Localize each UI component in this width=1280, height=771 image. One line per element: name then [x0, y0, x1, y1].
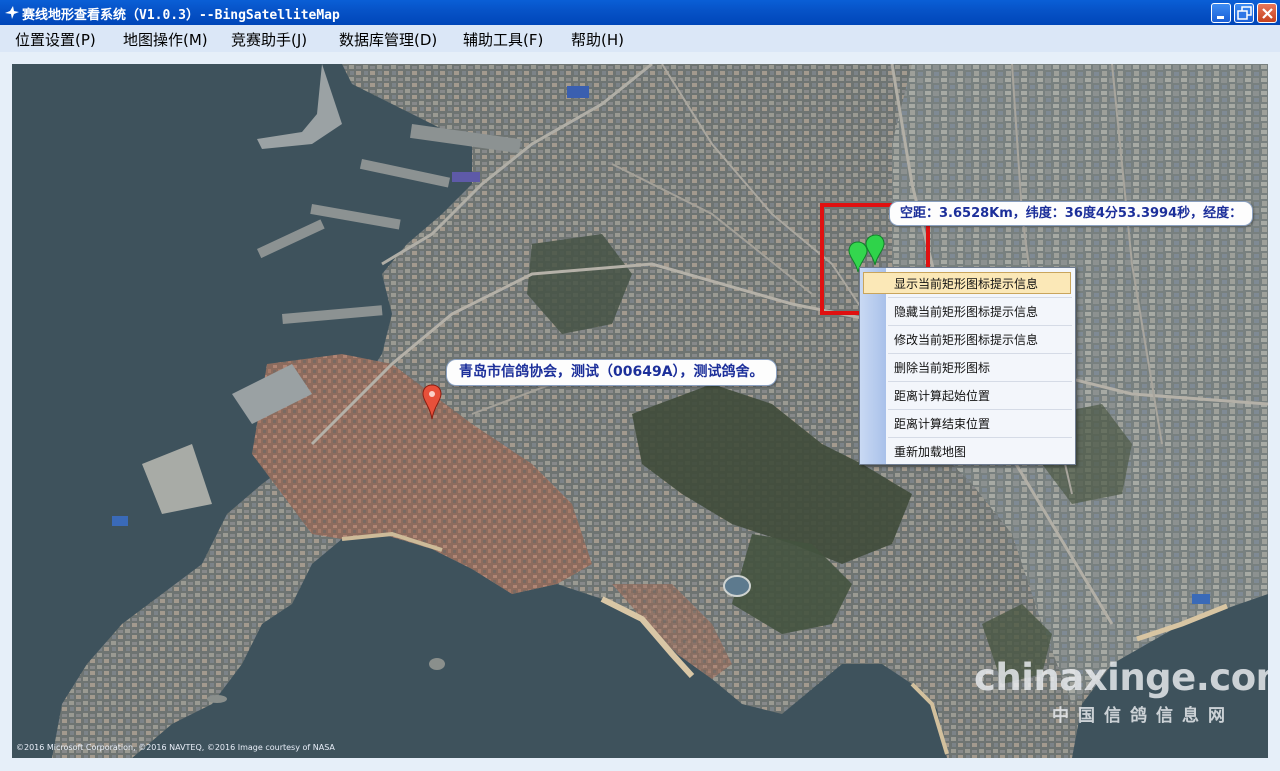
menu-auxiliary-tools[interactable]: 辅助工具(F): [463, 29, 543, 50]
red-pin-icon[interactable]: [422, 384, 442, 420]
ctx-hide-rect-tooltip[interactable]: 隐藏当前矩形图标提示信息: [860, 298, 1075, 326]
ctx-distance-start[interactable]: 距离计算起始位置: [860, 382, 1075, 410]
menu-bar: 位置设置(P) 地图操作(M) 竞赛助手(J) 数据库管理(D) 辅助工具(F)…: [0, 25, 1280, 52]
minimize-button[interactable]: [1211, 3, 1231, 23]
menu-help[interactable]: 帮助(H): [571, 29, 624, 50]
watermark-logo: chinaxinge.com: [974, 656, 1268, 699]
ctx-delete-rect-icon[interactable]: 删除当前矩形图标: [860, 354, 1075, 382]
ctx-show-rect-tooltip[interactable]: 显示当前矩形图标提示信息: [860, 270, 1075, 298]
pigeon-loft-tooltip: 青岛市信鸽协会，测试（00649A），测试鸽舍。: [446, 359, 777, 386]
close-button[interactable]: [1257, 3, 1277, 23]
title-bar: 赛线地形查看系统（V1.0.3）--BingSatelliteMap: [0, 0, 1280, 25]
maximize-icon: [1237, 6, 1252, 20]
map-copyright: ©2016 Microsoft Corporation, ©2016 NAVTE…: [16, 743, 335, 752]
watermark-subtitle: 中国信鸽信息网: [1052, 706, 1234, 726]
ctx-reload-map[interactable]: 重新加载地图: [860, 438, 1075, 466]
ctx-distance-end[interactable]: 距离计算结束位置: [860, 410, 1075, 438]
menu-database-management[interactable]: 数据库管理(D): [339, 29, 437, 50]
close-icon: [1262, 8, 1273, 19]
menu-location-settings[interactable]: 位置设置(P): [15, 29, 96, 50]
window-title: 赛线地形查看系统（V1.0.3）--BingSatelliteMap: [22, 8, 340, 23]
satellite-map[interactable]: 空距：3.6528Km，纬度：36度4分53.3994秒，经度： 青岛市信鸽协会…: [12, 64, 1268, 758]
menu-map-operations[interactable]: 地图操作(M): [123, 29, 208, 50]
menu-race-assistant[interactable]: 竞赛助手(J): [231, 29, 307, 50]
ctx-edit-rect-tooltip[interactable]: 修改当前矩形图标提示信息: [860, 326, 1075, 354]
context-menu: 显示当前矩形图标提示信息 隐藏当前矩形图标提示信息 修改当前矩形图标提示信息 删…: [859, 267, 1076, 465]
maximize-button[interactable]: [1234, 3, 1254, 23]
pigeon-app-icon: [5, 6, 19, 19]
map-frame: 空距：3.6528Km，纬度：36度4分53.3994秒，经度： 青岛市信鸽协会…: [0, 52, 1280, 771]
distance-tooltip: 空距：3.6528Km，纬度：36度4分53.3994秒，经度：: [889, 201, 1254, 226]
satellite-map-image: [12, 64, 1268, 758]
minimize-icon: [1217, 16, 1224, 19]
